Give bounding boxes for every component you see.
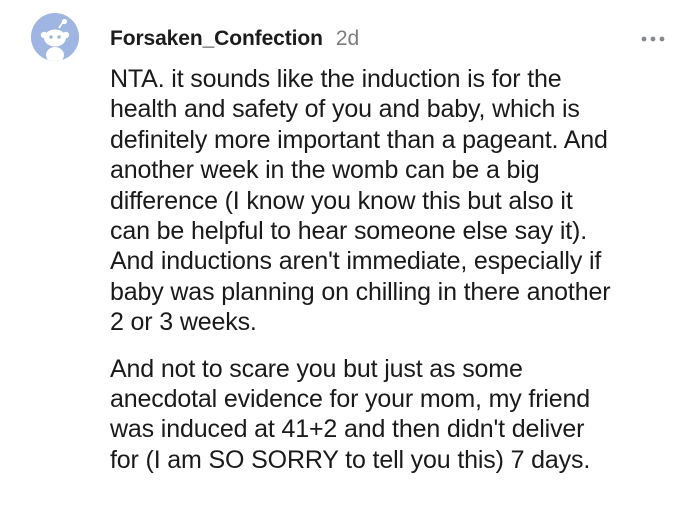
comment-header: Forsaken_Confection 2d (110, 25, 359, 53)
comment-line: difference (I know you know this but als… (110, 186, 573, 215)
snoo-icon (31, 13, 79, 61)
reddit-snoo-avatar-icon[interactable] (31, 13, 79, 61)
comment-line: baby was planning on chilling in there a… (110, 277, 611, 306)
comment-line: can be helpful to hear someone else say … (110, 217, 588, 246)
comment-line: And not to scare you but just as some (110, 354, 523, 383)
comment-line: NTA. it sounds like the induction is for… (110, 65, 562, 93)
comment-line: definitely more important than a pageant… (110, 125, 608, 154)
comment-line: health and safety of you and baby, which… (110, 95, 580, 124)
comment-timestamp: 2d (335, 27, 360, 50)
comment-line: anecdotal evidence for your mom, my frie… (110, 385, 591, 414)
comment-line: And inductions aren't immediate, especia… (110, 247, 602, 276)
username-link[interactable]: Forsaken_Confection (110, 27, 323, 51)
comment-paragraph-1: NTA. it sounds like the induction is for… (110, 64, 685, 338)
comment-line: 2 or 3 weeks. (110, 308, 257, 337)
comment-line: for (I am SO SORRY to tell you this) 7 d… (110, 445, 591, 474)
comment: Forsaken_Confection 2d NTA. it sounds li… (0, 0, 700, 523)
comment-body: NTA. it sounds like the induction is for… (110, 64, 685, 475)
more-options-icon (641, 36, 665, 42)
comment-paragraph-2: And not to scare you but just as some an… (110, 354, 685, 476)
more-options-button[interactable] (636, 24, 670, 54)
comment-line: another week in the womb can be a big (110, 156, 540, 185)
comment-line: was induced at 41+2 and then didn't deli… (110, 415, 585, 444)
